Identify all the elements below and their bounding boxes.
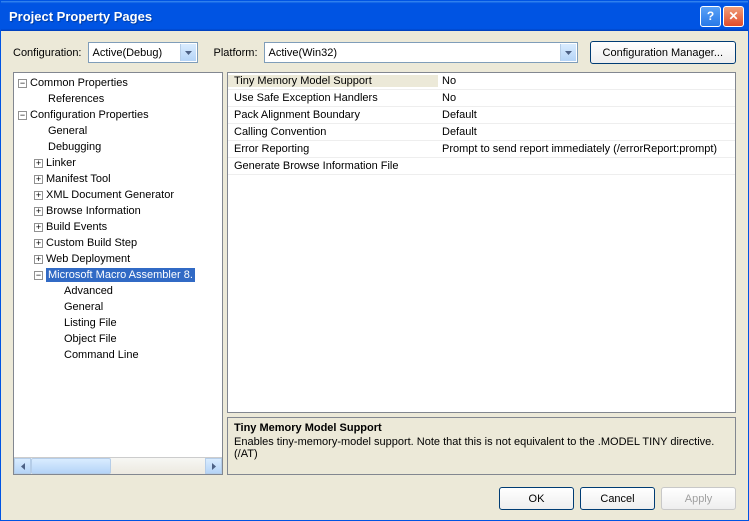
expand-icon[interactable]: + (34, 239, 43, 248)
expand-icon[interactable]: + (34, 207, 43, 216)
tree-item-label: Advanced (64, 285, 113, 297)
titlebar-title: Project Property Pages (9, 9, 700, 24)
property-grid[interactable]: Tiny Memory Model SupportNoUse Safe Exce… (227, 72, 736, 413)
property-row[interactable]: Use Safe Exception HandlersNo (228, 90, 735, 107)
tree-item-label: General (48, 125, 87, 137)
tree-item-label: Browse Information (46, 205, 141, 217)
tree-item-label: Object File (64, 333, 117, 345)
tree-item[interactable]: Command Line (14, 347, 222, 363)
tree-item[interactable]: +Browse Information (14, 203, 222, 219)
property-value[interactable]: Prompt to send report immediately (/erro… (438, 143, 735, 155)
scroll-track[interactable] (31, 458, 205, 474)
tree-item[interactable]: +Build Events (14, 219, 222, 235)
tree-item-label: Debugging (48, 141, 101, 153)
property-key: Calling Convention (228, 126, 438, 138)
property-row[interactable]: Tiny Memory Model SupportNo (228, 73, 735, 90)
tree-item[interactable]: −Microsoft Macro Assembler 8. (14, 267, 222, 283)
tree-item-label: Common Properties (30, 77, 128, 89)
close-button[interactable]: ✕ (723, 6, 744, 27)
tree-panel: −Common PropertiesReferences−Configurati… (13, 72, 223, 475)
tree-item[interactable]: +Linker (14, 155, 222, 171)
property-row[interactable]: Pack Alignment BoundaryDefault (228, 107, 735, 124)
platform-value: Active(Win32) (269, 47, 337, 59)
tree-item-label: Web Deployment (46, 253, 130, 265)
tree-item[interactable]: Listing File (14, 315, 222, 331)
scroll-thumb[interactable] (31, 458, 111, 474)
description-panel: Tiny Memory Model Support Enables tiny-m… (227, 417, 736, 475)
property-row[interactable]: Error ReportingPrompt to send report imm… (228, 141, 735, 158)
expand-icon[interactable]: + (34, 223, 43, 232)
tree-item-label: Listing File (64, 317, 117, 329)
right-panel: Tiny Memory Model SupportNoUse Safe Exce… (227, 72, 736, 475)
description-title: Tiny Memory Model Support (234, 422, 729, 434)
tree-item-label: XML Document Generator (46, 189, 174, 201)
tree-item[interactable]: Advanced (14, 283, 222, 299)
button-row: OK Cancel Apply (13, 483, 736, 510)
help-button[interactable]: ? (700, 6, 721, 27)
tree-item-label: Microsoft Macro Assembler 8. (46, 268, 195, 282)
tree-item-label: Custom Build Step (46, 237, 137, 249)
configuration-label: Configuration: (13, 47, 82, 59)
property-key: Error Reporting (228, 143, 438, 155)
tree-item[interactable]: +Manifest Tool (14, 171, 222, 187)
scroll-right-icon[interactable] (205, 458, 222, 474)
tree-item-label: Command Line (64, 349, 139, 361)
tree-item[interactable]: +Web Deployment (14, 251, 222, 267)
property-key: Use Safe Exception Handlers (228, 92, 438, 104)
tree-item[interactable]: Debugging (14, 139, 222, 155)
configuration-combo[interactable]: Active(Debug) (88, 42, 198, 63)
property-key: Tiny Memory Model Support (228, 75, 438, 87)
config-row: Configuration: Active(Debug) Platform: A… (13, 41, 736, 64)
property-value[interactable]: No (438, 92, 735, 104)
expand-icon[interactable]: + (34, 175, 43, 184)
collapse-icon[interactable]: − (18, 111, 27, 120)
tree-item[interactable]: General (14, 123, 222, 139)
tree-item[interactable]: References (14, 91, 222, 107)
tree-item[interactable]: General (14, 299, 222, 315)
collapse-icon[interactable]: − (34, 271, 43, 280)
property-row[interactable]: Calling ConventionDefault (228, 124, 735, 141)
chevron-down-icon (180, 44, 196, 61)
dialog-content: Configuration: Active(Debug) Platform: A… (1, 31, 748, 520)
tree-item-label: References (48, 93, 104, 105)
cancel-button[interactable]: Cancel (580, 487, 655, 510)
tree-item[interactable]: +XML Document Generator (14, 187, 222, 203)
tree-item[interactable]: Object File (14, 331, 222, 347)
property-value[interactable]: Default (438, 126, 735, 138)
tree-item-label: General (64, 301, 103, 313)
main-area: −Common PropertiesReferences−Configurati… (13, 72, 736, 475)
property-key: Generate Browse Information File (228, 160, 438, 172)
property-key: Pack Alignment Boundary (228, 109, 438, 121)
property-value[interactable]: No (438, 75, 735, 87)
dialog-window: Project Property Pages ? ✕ Configuration… (0, 0, 749, 521)
expand-icon[interactable]: + (34, 159, 43, 168)
ok-button[interactable]: OK (499, 487, 574, 510)
tree-item-label: Manifest Tool (46, 173, 111, 185)
titlebar[interactable]: Project Property Pages ? ✕ (1, 1, 748, 31)
expand-icon[interactable]: + (34, 255, 43, 264)
tree-item-label: Linker (46, 157, 76, 169)
tree-item-label: Build Events (46, 221, 107, 233)
platform-label: Platform: (214, 47, 258, 59)
scroll-left-icon[interactable] (14, 458, 31, 474)
chevron-down-icon (560, 44, 576, 61)
tree[interactable]: −Common PropertiesReferences−Configurati… (14, 73, 222, 457)
property-value[interactable]: Default (438, 109, 735, 121)
tree-item[interactable]: −Configuration Properties (14, 107, 222, 123)
tree-item[interactable]: +Custom Build Step (14, 235, 222, 251)
configuration-manager-button[interactable]: Configuration Manager... (590, 41, 736, 64)
expand-icon[interactable]: + (34, 191, 43, 200)
platform-combo[interactable]: Active(Win32) (264, 42, 578, 63)
collapse-icon[interactable]: − (18, 79, 27, 88)
tree-item[interactable]: −Common Properties (14, 75, 222, 91)
tree-item-label: Configuration Properties (30, 109, 149, 121)
horizontal-scrollbar[interactable] (14, 457, 222, 474)
apply-button: Apply (661, 487, 736, 510)
configuration-value: Active(Debug) (93, 47, 163, 59)
description-body: Enables tiny-memory-model support. Note … (234, 436, 729, 460)
property-row[interactable]: Generate Browse Information File (228, 158, 735, 175)
